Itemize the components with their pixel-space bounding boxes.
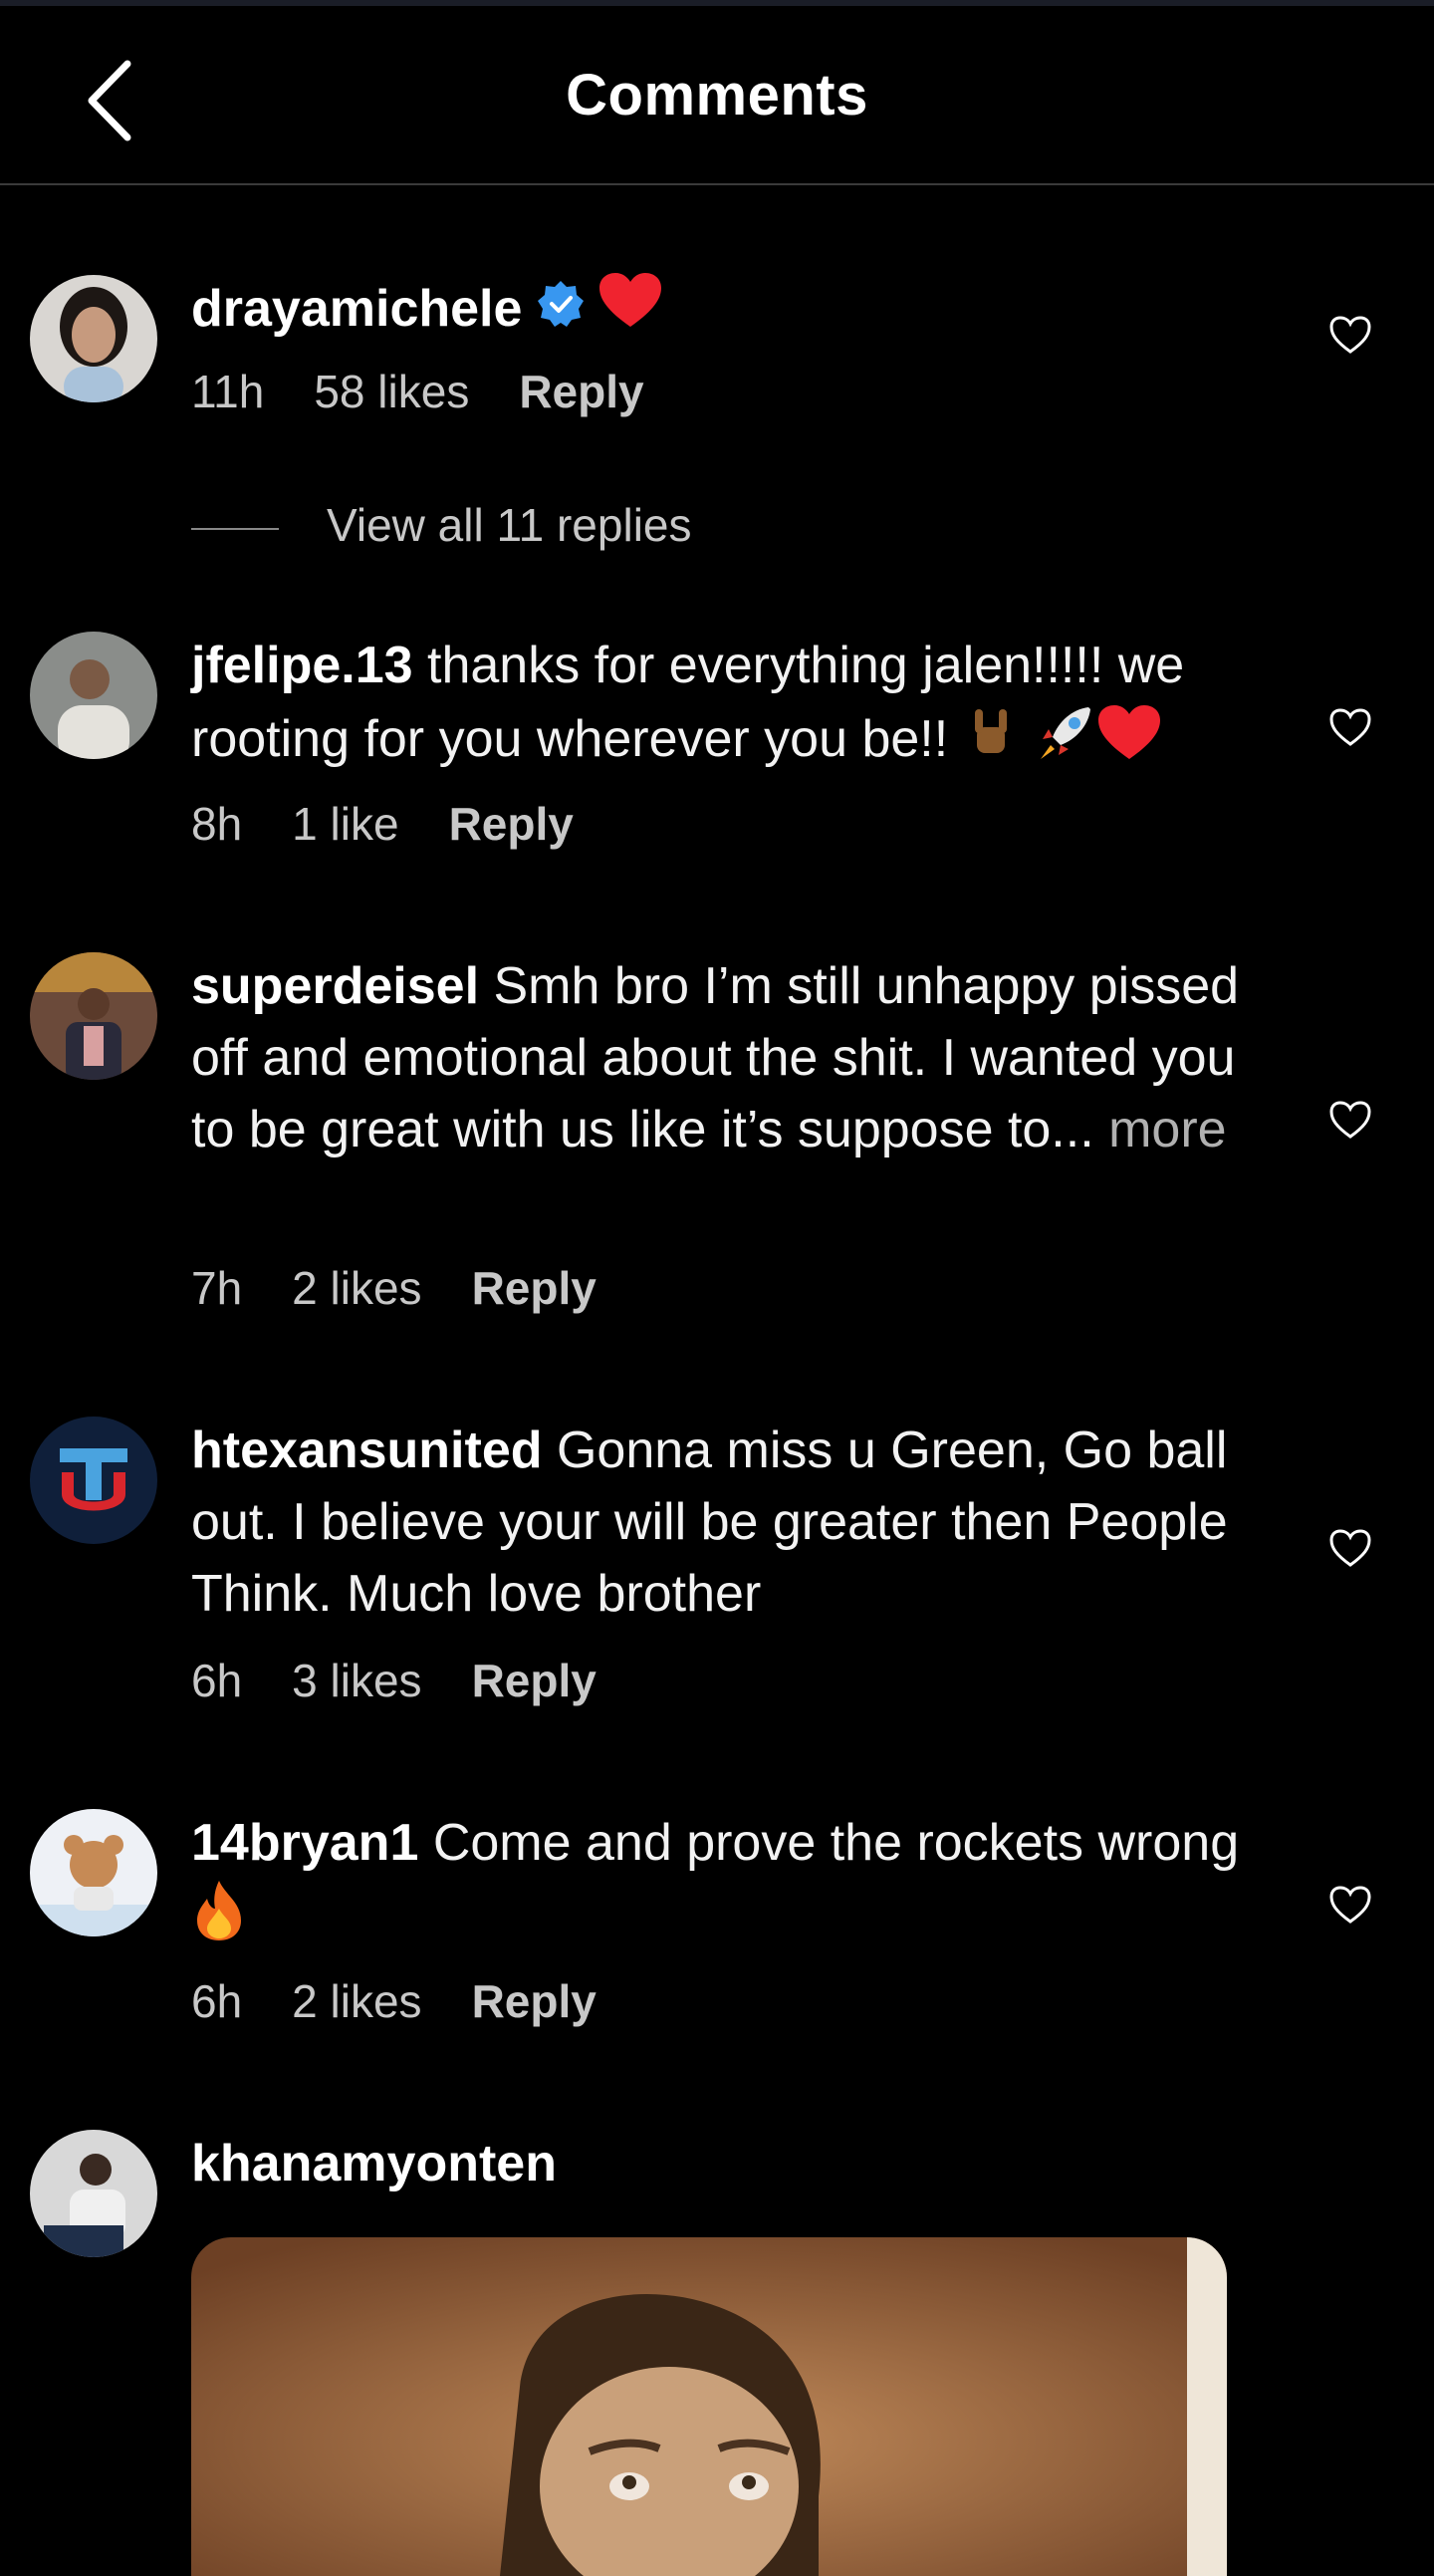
- comment-username[interactable]: superdeisel: [191, 957, 479, 1015]
- comment-meta: 6h 3 likes Reply: [191, 1654, 646, 1707]
- verified-badge-icon: [536, 272, 586, 352]
- rocket-emoji-icon: [1033, 701, 1096, 784]
- avatar[interactable]: [30, 952, 157, 1080]
- comment-time: 6h: [191, 1655, 243, 1706]
- comment-username[interactable]: htexansunited: [191, 1421, 543, 1479]
- header: Comments: [0, 6, 1434, 185]
- comment-time: 6h: [191, 1975, 243, 2027]
- avatar[interactable]: [30, 2130, 157, 2257]
- comment-time: 7h: [191, 1262, 243, 1314]
- reply-button[interactable]: Reply: [472, 1975, 597, 2027]
- heart-emoji-icon: [598, 271, 663, 354]
- page-title: Comments: [566, 63, 868, 128]
- like-heart-icon[interactable]: [1328, 315, 1372, 355]
- reply-button[interactable]: Reply: [519, 366, 643, 417]
- comment-likes[interactable]: 58 likes: [314, 366, 469, 417]
- comment-likes[interactable]: 2 likes: [292, 1975, 421, 2027]
- comment-meta: 6h 2 likes Reply: [191, 1974, 646, 2028]
- comment-meta: 8h 1 like Reply: [191, 797, 623, 851]
- comment-time: 11h: [191, 366, 265, 417]
- comment-meta: 7h 2 likes Reply: [191, 1261, 646, 1315]
- comment-likes[interactable]: 1 like: [292, 798, 398, 850]
- comment-text: Come and prove the rockets wrong: [432, 1814, 1240, 1872]
- heart-emoji-icon: [1096, 703, 1162, 782]
- fire-emoji-icon: [191, 1879, 247, 1961]
- view-replies-label: View all 11 replies: [327, 499, 692, 551]
- comment-username[interactable]: 14bryan1: [191, 1814, 418, 1872]
- like-heart-icon[interactable]: [1328, 1100, 1372, 1140]
- like-heart-icon[interactable]: [1328, 707, 1372, 747]
- avatar[interactable]: [30, 632, 157, 759]
- comment-username[interactable]: khanamyonten: [191, 2135, 557, 2192]
- like-heart-icon[interactable]: [1328, 1528, 1372, 1568]
- comment-time: 8h: [191, 798, 243, 850]
- reply-button[interactable]: Reply: [472, 1262, 597, 1314]
- avatar[interactable]: [30, 275, 157, 402]
- avatar[interactable]: [30, 1417, 157, 1544]
- rock-hand-emoji-icon: [963, 705, 1019, 780]
- reply-button[interactable]: Reply: [449, 798, 574, 850]
- comment-username[interactable]: drayamichele: [191, 280, 522, 338]
- more-link[interactable]: more: [1108, 1101, 1226, 1159]
- divider: [191, 527, 279, 530]
- reply-button[interactable]: Reply: [472, 1655, 597, 1706]
- avatar[interactable]: [30, 1809, 157, 1936]
- like-heart-icon[interactable]: [1328, 1885, 1372, 1925]
- comment-likes[interactable]: 2 likes: [292, 1262, 421, 1314]
- view-replies-link[interactable]: View all 11 replies: [191, 498, 692, 552]
- comment-likes[interactable]: 3 likes: [292, 1655, 421, 1706]
- comment-username[interactable]: jfelipe.13: [191, 637, 413, 694]
- comment-gif-image[interactable]: [191, 2237, 1227, 2576]
- comment-meta: 11h 58 likes Reply: [191, 365, 694, 418]
